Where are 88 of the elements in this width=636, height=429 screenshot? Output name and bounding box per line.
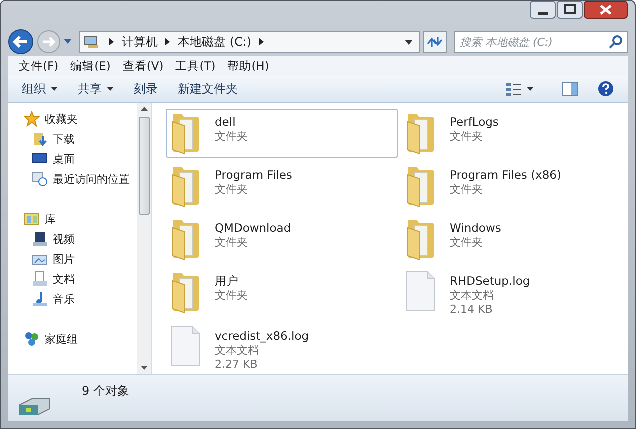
file-type: 文件夹 (450, 183, 484, 196)
file-size: 2.14 KB (450, 303, 494, 316)
file-type: 文件夹 (215, 289, 248, 302)
refresh-arrows-icon (427, 36, 443, 48)
toolbar-button[interactable]: 刻录 (126, 78, 166, 100)
back-icon[interactable] (8, 29, 34, 55)
chevron-icon[interactable] (258, 38, 265, 46)
search-field[interactable]: 搜索 本地磁盘 (C:) (454, 31, 628, 53)
file-name: PerfLogs (450, 115, 499, 129)
help-icon[interactable] (598, 81, 614, 97)
document-icon (32, 271, 48, 287)
caret-icon (527, 87, 534, 91)
file-type: 文件夹 (215, 130, 248, 143)
sidebar-group[interactable]: 库 (8, 209, 137, 229)
file-type: 文件夹 (215, 183, 249, 196)
menu-item[interactable]: 工具(T) (170, 58, 222, 74)
library-icon (24, 211, 40, 227)
folder-icon (406, 218, 436, 261)
object-count: 9 个对象 (82, 383, 130, 400)
file-item[interactable]: Windows 文件夹 (401, 215, 611, 264)
file-name: vcredist_x86.log (215, 329, 310, 343)
file-item[interactable]: QMDownload 文件夹 (166, 215, 398, 264)
sidebar-item[interactable]: 音乐 (8, 289, 137, 309)
file-item[interactable]: PerfLogs 文件夹 (401, 109, 611, 158)
music-note-icon (32, 291, 48, 307)
file-name: dell (215, 115, 237, 129)
sidebar-group[interactable]: 家庭组 (8, 329, 137, 349)
file-name: QMDownload (215, 221, 292, 235)
toolbar-button[interactable]: 组织 (14, 78, 66, 100)
file-item[interactable]: RHDSetup.log 文本文档 2.14 KB (401, 268, 611, 319)
folder-icon (171, 271, 201, 314)
file-name: RHDSetup.log (450, 274, 530, 288)
address-bar[interactable]: 计算机 本地磁盘 (C:) (79, 31, 420, 53)
file-name: Windows (450, 221, 502, 235)
menu-item[interactable]: 编辑(E) (64, 58, 117, 74)
folder-icon (171, 165, 201, 208)
menu-item[interactable]: 帮助(H) (222, 58, 276, 74)
scroll-down-icon[interactable] (140, 366, 148, 370)
maximize-icon[interactable] (557, 1, 583, 19)
file-type: 文本文档 (215, 344, 260, 357)
sidebar-item[interactable]: 最近访问的位置 (8, 169, 137, 189)
sidebar-group[interactable]: 收藏夹 (8, 109, 137, 129)
breadcrumb-item[interactable]: 本地磁盘 (C:) (178, 34, 252, 50)
folder-icon (171, 218, 201, 261)
folder-icon (406, 112, 436, 155)
refresh-button[interactable] (423, 31, 447, 53)
file-item[interactable]: dell 文件夹 (166, 109, 398, 158)
sidebar-item[interactable]: 桌面 (8, 149, 137, 169)
search-icon[interactable] (609, 35, 623, 49)
folder-icon (406, 165, 436, 208)
chevron-icon[interactable] (109, 38, 115, 46)
view-list-icon (506, 82, 522, 96)
file-type: 文件夹 (215, 236, 249, 249)
file-type: 文件夹 (450, 236, 484, 249)
toolbar-button[interactable]: 新建文件夹 (170, 78, 246, 100)
toolbar-button[interactable]: 共享 (70, 78, 122, 100)
sidebar-item[interactable]: 图片 (8, 249, 137, 269)
file-item[interactable]: Program Files 文件夹 (166, 162, 398, 211)
star-icon (24, 111, 40, 127)
preview-pane-icon[interactable] (562, 82, 578, 96)
file-item[interactable]: vcredist_x86.log 文本文档 2.27 KB (166, 323, 398, 374)
chevron-icon[interactable] (165, 38, 171, 46)
video-icon (32, 231, 48, 247)
menu-item[interactable]: 文件(F) (13, 58, 65, 74)
scrollbar[interactable] (137, 103, 151, 374)
close-icon[interactable] (584, 1, 628, 19)
document-icon (406, 271, 436, 312)
file-item[interactable]: 用户 文件夹 (166, 268, 398, 319)
file-name: Program Files (215, 168, 292, 182)
sidebar-item[interactable]: 文档 (8, 269, 137, 289)
file-type: 文本文档 (450, 289, 495, 302)
sidebar-item[interactable]: 视频 (8, 229, 137, 249)
file-size: 2.27 KB (215, 358, 259, 371)
file-name: 用户 (215, 274, 240, 288)
network-icon (24, 331, 40, 347)
folder-icon (171, 112, 201, 155)
scroll-thumb[interactable] (138, 117, 150, 215)
menu-item[interactable]: 查看(V) (116, 58, 170, 74)
sidebar-item[interactable]: 下载 (8, 129, 137, 149)
document-icon (171, 326, 201, 367)
scroll-up-icon[interactable] (140, 107, 148, 111)
minimize-icon[interactable] (530, 1, 556, 19)
file-type: 文件夹 (450, 130, 484, 143)
dropdown-caret-icon[interactable] (405, 40, 413, 44)
file-item[interactable]: Program Files (x86) 文件夹 (401, 162, 611, 211)
file-name: Program Files (x86) (450, 168, 562, 182)
folder-arrow-icon (32, 131, 48, 147)
breadcrumb-item[interactable]: 计算机 (122, 34, 158, 50)
